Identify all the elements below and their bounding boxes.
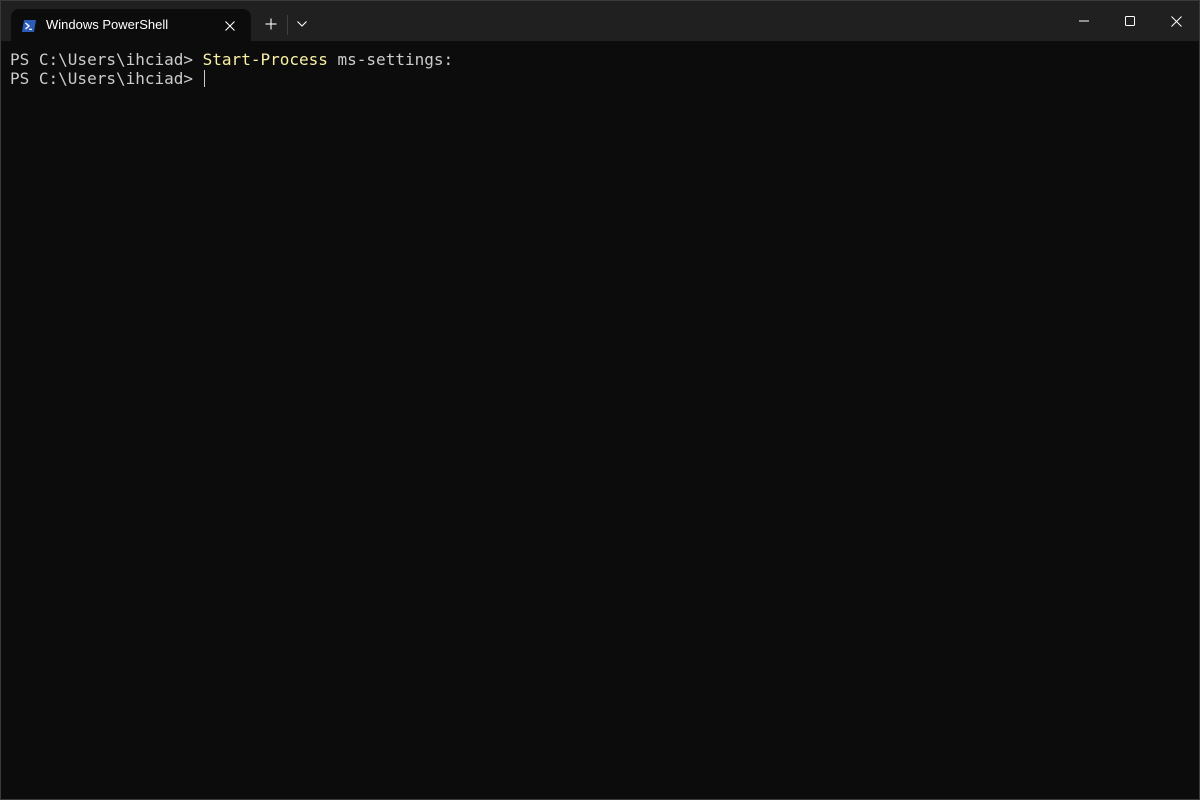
terminal-output[interactable]: PS C:\Users\ihciad> Start-Process ms-set… bbox=[1, 41, 1199, 799]
terminal-line: PS C:\Users\ihciad> Start-Process ms-set… bbox=[10, 50, 453, 69]
tab-windows-powershell[interactable]: Windows PowerShell bbox=[11, 9, 251, 41]
new-tab-button[interactable] bbox=[257, 11, 285, 37]
chevron-down-icon bbox=[297, 21, 307, 27]
command-args: ms-settings: bbox=[327, 50, 454, 69]
maximize-icon bbox=[1125, 16, 1135, 26]
terminal-line: PS C:\Users\ihciad> bbox=[10, 69, 205, 88]
text-cursor bbox=[203, 70, 205, 87]
tab-separator bbox=[287, 15, 288, 35]
tab-title: Windows PowerShell bbox=[46, 17, 169, 32]
window-close-button[interactable] bbox=[1153, 1, 1199, 41]
powershell-icon bbox=[22, 19, 36, 32]
maximize-button[interactable] bbox=[1107, 1, 1153, 41]
command-name: Start-Process bbox=[202, 50, 328, 69]
tab-close-button[interactable] bbox=[219, 15, 241, 37]
profile-dropdown-button[interactable] bbox=[290, 11, 314, 37]
close-icon bbox=[1170, 15, 1182, 27]
terminal-window: Windows PowerShell PS C:\Users\ihciad> S… bbox=[0, 0, 1200, 800]
prompt: PS C:\Users\ihciad> bbox=[10, 50, 203, 69]
close-icon bbox=[225, 21, 235, 31]
prompt: PS C:\Users\ihciad> bbox=[10, 69, 203, 88]
title-bar[interactable]: Windows PowerShell bbox=[1, 1, 1199, 41]
minimize-icon bbox=[1079, 20, 1089, 22]
plus-icon bbox=[265, 18, 277, 30]
minimize-button[interactable] bbox=[1061, 1, 1107, 41]
